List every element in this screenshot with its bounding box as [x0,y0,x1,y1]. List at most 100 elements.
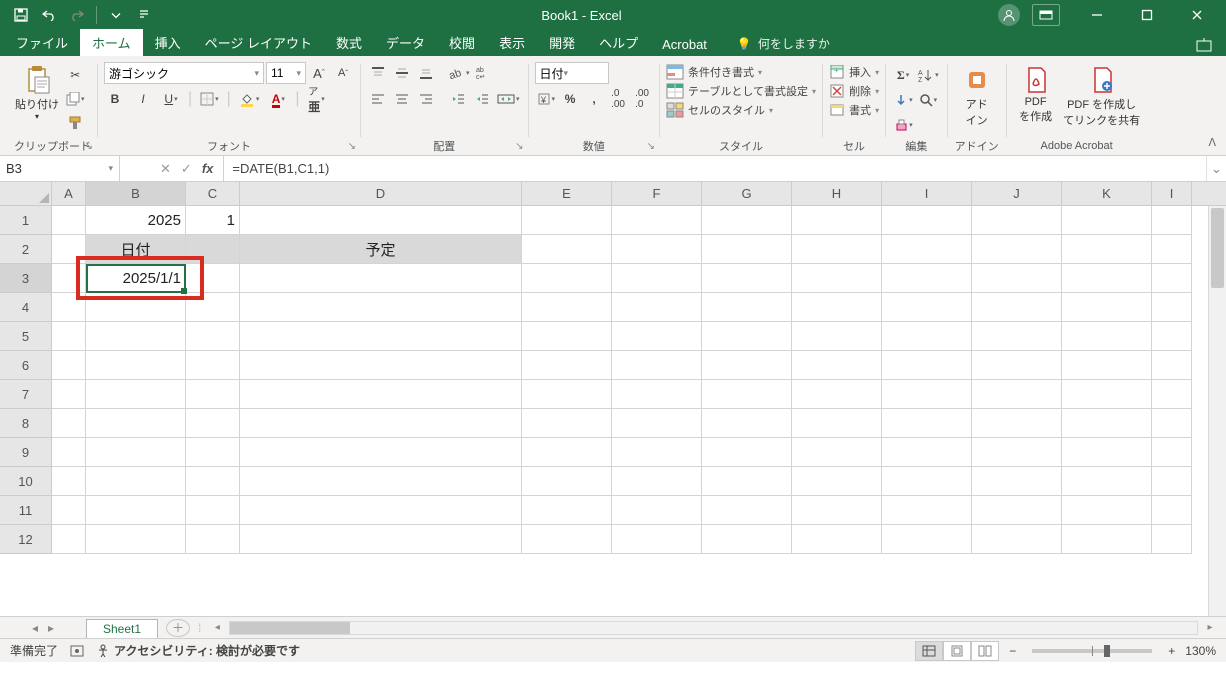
cell-K10[interactable] [1062,467,1152,496]
cell-A7[interactable] [52,380,86,409]
cell-B7[interactable] [86,380,186,409]
cell-H2[interactable] [792,235,882,264]
sheet-tab-sheet1[interactable]: Sheet1 [86,619,158,638]
cell-G1[interactable] [702,206,792,235]
cell-G12[interactable] [702,525,792,554]
row-header-4[interactable]: 4 [0,293,52,322]
cell-E10[interactable] [522,467,612,496]
sheet-nav-buttons[interactable]: ◂▸ [0,621,86,635]
autosum-button[interactable]: Σ [892,64,914,86]
format-as-table-button[interactable]: テーブルとして書式設定▾ [666,83,816,99]
zoom-out-button[interactable]: − [1009,644,1016,658]
cell-D7[interactable] [240,380,522,409]
number-format-combo[interactable]: 日付▾ [535,62,609,84]
cell-F7[interactable] [612,380,702,409]
cell-G11[interactable] [702,496,792,525]
cell-I11[interactable] [1152,496,1192,525]
alignment-launcher-icon[interactable]: ↘ [515,141,523,152]
cell-B3[interactable]: 2025/1/1 [86,264,186,293]
cell-B8[interactable] [86,409,186,438]
select-all-cell[interactable] [0,182,52,205]
cell-I5[interactable] [1152,322,1192,351]
cell-E11[interactable] [522,496,612,525]
formula-bar[interactable]: =DATE(B1,C1,1) [224,156,1206,181]
normal-view-button[interactable] [915,641,943,661]
cell-D12[interactable] [240,525,522,554]
insert-function-icon[interactable]: fx [202,161,214,176]
cell-C8[interactable] [186,409,240,438]
tab-data[interactable]: データ [374,29,437,56]
align-middle-icon[interactable] [391,62,413,84]
zoom-in-button[interactable]: + [1168,644,1175,658]
cell-I9[interactable] [882,438,972,467]
col-header-H[interactable]: H [792,182,882,205]
cell-B10[interactable] [86,467,186,496]
cell-I3[interactable] [1152,264,1192,293]
cell-A9[interactable] [52,438,86,467]
bold-button[interactable]: B [104,88,126,110]
tab-formulas[interactable]: 数式 [324,29,374,56]
align-bottom-icon[interactable] [415,62,437,84]
cell-I4[interactable] [882,293,972,322]
cell-D11[interactable] [240,496,522,525]
cell-G5[interactable] [702,322,792,351]
create-pdf-button[interactable]: PDF を作成 [1013,60,1059,124]
tab-insert[interactable]: 挿入 [143,29,193,56]
cell-G4[interactable] [702,293,792,322]
percent-format-button[interactable]: % [559,88,581,110]
cell-F11[interactable] [612,496,702,525]
cell-E5[interactable] [522,322,612,351]
col-header-B[interactable]: B [86,182,186,205]
col-header-D[interactable]: D [240,182,522,205]
cell-I6[interactable] [882,351,972,380]
cell-C11[interactable] [186,496,240,525]
align-center-icon[interactable] [391,88,413,110]
cell-E6[interactable] [522,351,612,380]
row-header-11[interactable]: 11 [0,496,52,525]
cell-G3[interactable] [702,264,792,293]
minimize-button[interactable] [1074,0,1120,30]
underline-button[interactable]: U [160,88,182,110]
col-header-K[interactable]: K [1062,182,1152,205]
cell-K7[interactable] [1062,380,1152,409]
cell-E3[interactable] [522,264,612,293]
format-painter-button[interactable] [64,112,87,134]
cell-B9[interactable] [86,438,186,467]
cell-C6[interactable] [186,351,240,380]
cell-styles-button[interactable]: セルのスタイル▾ [666,102,773,118]
cell-F4[interactable] [612,293,702,322]
cell-H10[interactable] [792,467,882,496]
cell-G6[interactable] [702,351,792,380]
cell-G2[interactable] [702,235,792,264]
name-box[interactable]: B3▾ [0,156,120,181]
cell-B6[interactable] [86,351,186,380]
row-header-9[interactable]: 9 [0,438,52,467]
cell-I2[interactable] [1152,235,1192,264]
cell-K5[interactable] [1062,322,1152,351]
cell-H4[interactable] [792,293,882,322]
accessibility-status[interactable]: アクセシビリティ: 検討が必要です [96,642,300,659]
cell-K6[interactable] [1062,351,1152,380]
zoom-level[interactable]: 130% [1185,644,1216,658]
cell-F9[interactable] [612,438,702,467]
tab-help[interactable]: ヘルプ [587,29,650,56]
cell-K1[interactable] [1062,206,1152,235]
col-header-C[interactable]: C [186,182,240,205]
create-share-pdf-button[interactable]: PDF を作成し てリンクを共有 [1063,60,1141,128]
redo-button[interactable] [66,4,88,26]
cell-E9[interactable] [522,438,612,467]
cell-J12[interactable] [972,525,1062,554]
cell-B1[interactable]: 2025 [86,206,186,235]
increase-indent-icon[interactable] [471,88,493,110]
cell-G8[interactable] [702,409,792,438]
cell-C10[interactable] [186,467,240,496]
horizontal-scrollbar[interactable]: ⁞ ◂▸ [190,621,1226,635]
cell-F2[interactable] [612,235,702,264]
cell-J11[interactable] [972,496,1062,525]
cell-C1[interactable]: 1 [186,206,240,235]
font-size-combo[interactable]: 11▾ [266,62,306,84]
cell-C9[interactable] [186,438,240,467]
zoom-slider[interactable] [1032,649,1152,653]
align-left-icon[interactable] [367,88,389,110]
cell-A6[interactable] [52,351,86,380]
